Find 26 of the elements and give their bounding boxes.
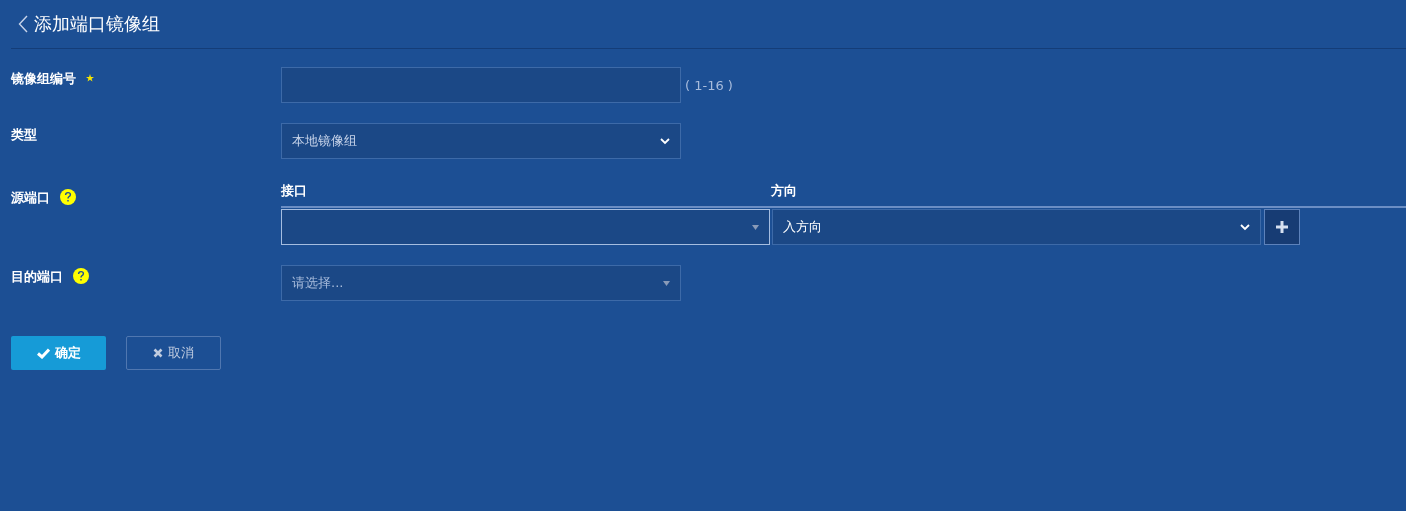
cancel-button[interactable]: 取消 bbox=[126, 336, 221, 370]
plus-icon bbox=[1275, 220, 1289, 234]
caret-down-icon bbox=[663, 280, 670, 286]
confirm-button[interactable]: 确定 bbox=[11, 336, 106, 370]
chevron-down-icon bbox=[1240, 223, 1250, 231]
field-label: 镜像组编号 bbox=[11, 70, 76, 88]
caret-down-icon bbox=[752, 224, 759, 230]
interface-combo[interactable] bbox=[281, 209, 770, 245]
type-select[interactable]: 本地镜像组 bbox=[281, 123, 681, 159]
field-label: 目的端口 bbox=[11, 268, 63, 286]
help-icon[interactable] bbox=[73, 268, 89, 284]
column-header: 接口 bbox=[281, 182, 308, 200]
column-header: 方向 bbox=[771, 182, 797, 200]
chevron-down-icon bbox=[660, 137, 670, 145]
range-hint: ( 1-16 ) bbox=[685, 77, 733, 93]
field-label: 类型 bbox=[11, 126, 37, 144]
add-button[interactable] bbox=[1264, 209, 1300, 245]
group-number-field[interactable] bbox=[281, 67, 681, 103]
field-label: 源端口 bbox=[11, 189, 50, 207]
back-icon[interactable] bbox=[18, 15, 28, 33]
help-icon[interactable] bbox=[60, 189, 76, 205]
page-title: 添加端口镜像组 bbox=[34, 12, 160, 36]
destination-port-combo[interactable]: 请选择... bbox=[281, 265, 681, 301]
check-icon bbox=[36, 347, 50, 359]
direction-select[interactable]: 入方向 bbox=[772, 209, 1261, 245]
close-icon bbox=[153, 348, 163, 358]
